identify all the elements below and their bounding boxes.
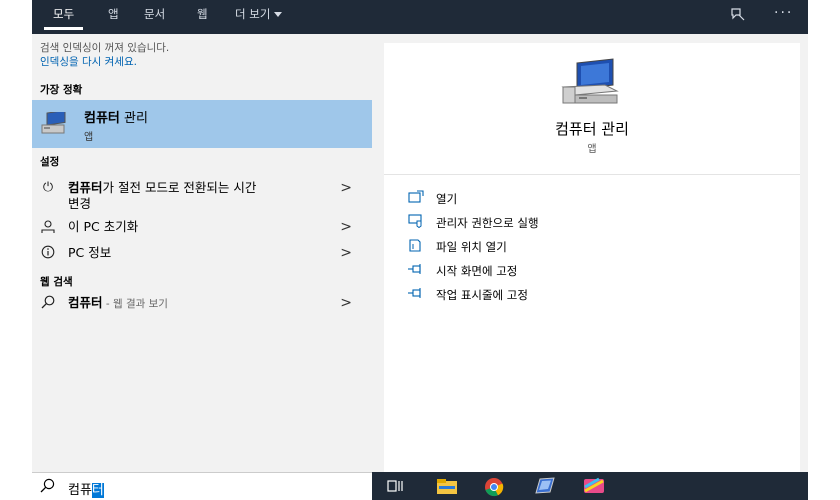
setting-pc-info[interactable]: PC 정보 >: [32, 242, 372, 266]
best-match-item[interactable]: 컴퓨터 관리 앱: [32, 100, 372, 148]
web-search-result[interactable]: 컴퓨터 - 웹 결과 보기 >: [32, 292, 372, 316]
search-box[interactable]: 컴퓨터: [32, 472, 372, 500]
app-shortcut-icon[interactable]: [534, 477, 555, 495]
indexing-notice-text: 검색 인덱싱이 꺼져 있습니다.: [40, 42, 170, 54]
computer-management-large-icon: [559, 57, 621, 110]
action-run-as-admin-label: 관리자 권한으로 실행: [436, 216, 539, 230]
section-best-match: 가장 정확: [40, 84, 83, 96]
chrome-icon[interactable]: [484, 477, 504, 497]
taskbar: [372, 472, 808, 500]
setting-reset-pc[interactable]: 이 PC 초기화 >: [32, 216, 372, 240]
chevron-down-icon: [274, 12, 283, 17]
open-file-location-icon: [408, 238, 424, 252]
best-match-title: 컴퓨터 관리: [84, 111, 148, 126]
app-shortcut-icon-2[interactable]: [582, 477, 604, 495]
details-divider: [384, 174, 800, 175]
setting-sleep-time-label: 컴퓨터가 절전 모드로 전환되는 시간 변경: [68, 180, 257, 211]
chevron-right-icon: >: [340, 245, 352, 261]
search-filter-bar: 모두 앱 문서 웹 더 보기 ···: [32, 0, 808, 34]
info-icon: [40, 245, 56, 261]
section-web-search: 웹 검색: [40, 276, 73, 288]
enable-indexing-link[interactable]: 인덱싱을 다시 켜세요.: [40, 55, 169, 69]
tab-web[interactable]: 웹: [197, 0, 208, 30]
action-pin-taskbar-label: 작업 표시줄에 고정: [436, 288, 528, 302]
tab-all[interactable]: 모두: [44, 0, 84, 30]
computer-management-icon: [40, 109, 68, 139]
search-input[interactable]: 컴퓨터: [68, 479, 104, 498]
tab-more[interactable]: 더 보기: [235, 0, 283, 30]
file-explorer-icon[interactable]: [436, 477, 457, 495]
best-match-subtitle: 앱: [84, 132, 94, 143]
setting-sleep-time[interactable]: ⏻ 컴퓨터가 절전 모드로 전환되는 시간 변경 >: [32, 177, 372, 211]
web-search-label: 컴퓨터 - 웹 결과 보기: [68, 295, 168, 310]
chevron-right-icon: >: [340, 295, 352, 311]
details-title: 컴퓨터 관리: [555, 120, 629, 138]
setting-pc-info-label: PC 정보: [68, 245, 112, 260]
indexing-notice: 검색 인덱싱이 꺼져 있습니다. 인덱싱을 다시 켜세요.: [40, 41, 169, 69]
chevron-right-icon: >: [340, 180, 352, 196]
setting-reset-pc-label: 이 PC 초기화: [68, 219, 139, 234]
open-icon: [408, 190, 424, 204]
feedback-icon[interactable]: [730, 6, 746, 26]
more-options-icon[interactable]: ···: [774, 5, 793, 21]
run-as-admin-icon: [408, 214, 424, 229]
reset-pc-icon: [40, 219, 56, 235]
search-selected-text: 터: [91, 483, 104, 498]
results-pane: 검색 인덱싱이 꺼져 있습니다. 인덱싱을 다시 켜세요. 가장 정확 컴퓨터 …: [32, 34, 372, 472]
action-open-label: 열기: [436, 192, 458, 206]
details-subtitle: 앱: [587, 144, 597, 155]
details-pane: 컴퓨터 관리 앱 열기 관리자 권한으로 실행 파일 위치 열기 시작 화면에 …: [384, 43, 800, 472]
tab-documents[interactable]: 문서: [144, 0, 165, 30]
pin-start-icon: [408, 262, 424, 276]
action-open-file-location-label: 파일 위치 열기: [436, 240, 507, 254]
tab-apps[interactable]: 앱: [108, 0, 119, 30]
pin-taskbar-icon: [408, 286, 424, 300]
chevron-right-icon: >: [340, 219, 352, 235]
section-settings: 설정: [40, 156, 60, 168]
search-icon: [40, 478, 55, 497]
task-view-icon[interactable]: [386, 477, 406, 495]
power-icon: ⏻: [42, 180, 54, 195]
tab-more-label: 더 보기: [235, 7, 271, 21]
search-icon: [40, 295, 56, 311]
action-pin-start-label: 시작 화면에 고정: [436, 264, 518, 278]
